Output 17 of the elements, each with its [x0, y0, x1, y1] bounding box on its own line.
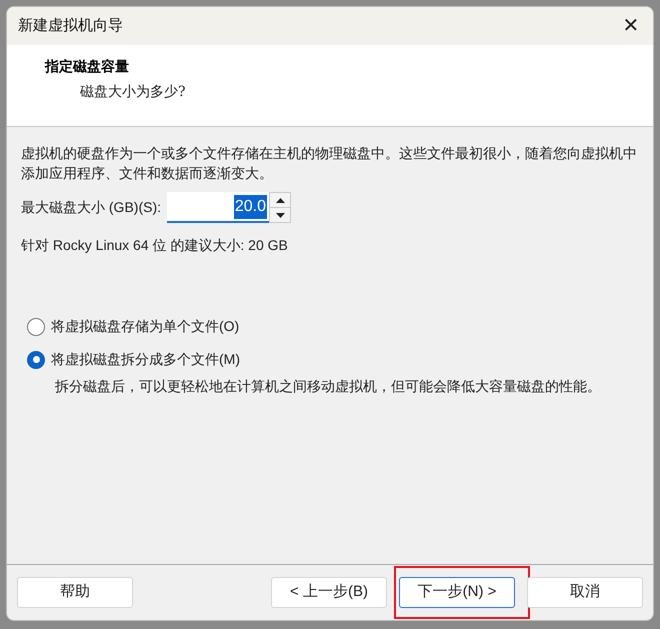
recommended-size-text: 针对 Rocky Linux 64 位 的建议大小: 20 GB	[21, 236, 289, 255]
next-button[interactable]: 下一步(N) >	[399, 577, 515, 608]
cancel-button[interactable]: 取消	[527, 577, 643, 608]
radio-option[interactable]: 将虚拟磁盘存储为单个文件(O)	[27, 316, 639, 337]
back-button[interactable]: < 上一步(B)	[271, 577, 387, 608]
radio-button[interactable]	[27, 350, 45, 368]
split-note-text: 拆分磁盘后，可以更轻松地在计算机之间移动虚拟机，但可能会降低大容量磁盘的性能。	[54, 377, 602, 396]
help-button[interactable]: 帮助	[17, 577, 133, 608]
description-text: 虚拟机的硬盘作为一个或多个文件存储在主机的物理磁盘中。这些文件最初很小，随着您向虚拟机中添加应用程序、文件和数据而逐渐变大。	[21, 144, 638, 183]
page-title: 指定磁盘容量	[45, 58, 130, 77]
radio-option[interactable]: 将虚拟磁盘拆分成多个文件(M)	[27, 349, 639, 370]
disk-size-label: 最大磁盘大小 (GB)(S):	[21, 198, 161, 217]
radio-button[interactable]	[27, 318, 45, 336]
disk-size-value: 20.0	[234, 194, 267, 218]
close-button[interactable]: ✕	[617, 12, 645, 40]
page-subtitle: 磁盘大小为多少?	[79, 83, 187, 102]
window-title: 新建虚拟机向导	[18, 16, 123, 36]
